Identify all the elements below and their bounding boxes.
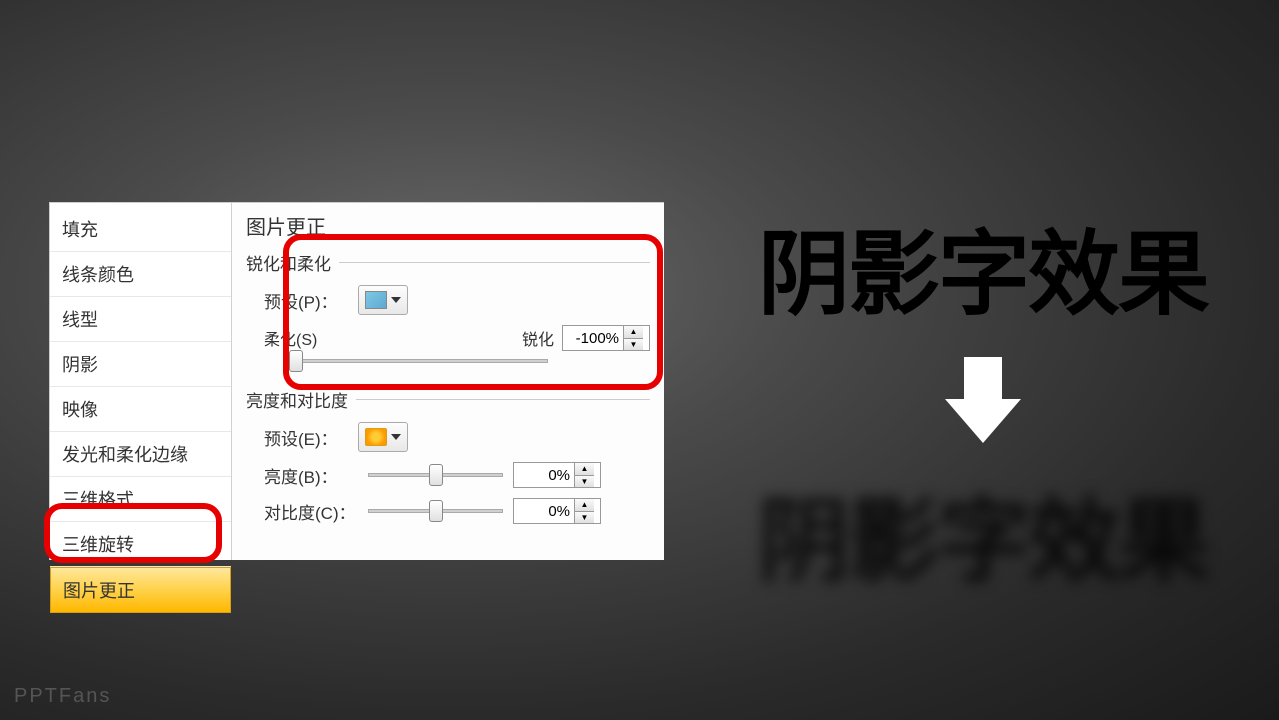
contrast-spinner[interactable]: ▲ ▼ (513, 498, 601, 524)
format-picture-dialog: 填充 线条颜色 线型 阴影 映像 发光和柔化边缘 三维格式 三维旋转 图片更正 … (49, 202, 664, 560)
sharpen-slider[interactable] (290, 359, 548, 363)
effect-title-before: 阴影字效果 (758, 200, 1208, 333)
sharpen-label: 锐化 (522, 326, 554, 350)
preset-image-icon (365, 291, 387, 309)
sidebar-item-picture-correction[interactable]: 图片更正 (50, 567, 231, 613)
brightness-input[interactable] (514, 467, 574, 484)
spinner-up-icon[interactable]: ▲ (575, 499, 594, 512)
sharpen-value-spinner[interactable]: ▲ ▼ (562, 325, 650, 351)
sharpen-soften-group: 锐化和柔化 预设(P)： 柔化(S) 锐化 ▲ ▼ (246, 250, 650, 363)
spinner-up-icon[interactable]: ▲ (575, 463, 594, 476)
brightness-slider[interactable] (368, 473, 503, 477)
spinner-up-icon[interactable]: ▲ (624, 326, 643, 339)
preset-label: 预设(P)： (264, 288, 358, 313)
slider-thumb[interactable] (429, 500, 443, 522)
sidebar-item-fill[interactable]: 填充 (50, 207, 231, 252)
brightness-label: 亮度(B)： (264, 463, 368, 488)
slider-thumb[interactable] (429, 464, 443, 486)
effect-title-after: 阴影字效果 (758, 467, 1208, 600)
brightness-contrast-group: 亮度和对比度 预设(E)： 亮度(B)： ▲ (246, 387, 650, 524)
chevron-down-icon (391, 297, 401, 303)
watermark: PPTFans (14, 685, 111, 708)
brightness-preset-dropdown[interactable] (358, 422, 408, 452)
sharpen-value-input[interactable] (563, 330, 623, 347)
sidebar-item-reflection[interactable]: 映像 (50, 387, 231, 432)
spinner-down-icon[interactable]: ▼ (575, 476, 594, 488)
chevron-down-icon (391, 434, 401, 440)
sidebar: 填充 线条颜色 线型 阴影 映像 发光和柔化边缘 三维格式 三维旋转 图片更正 (50, 203, 232, 560)
contrast-input[interactable] (514, 503, 574, 520)
spinner-down-icon[interactable]: ▼ (624, 339, 643, 351)
sun-icon (365, 428, 387, 446)
sidebar-item-shadow[interactable]: 阴影 (50, 342, 231, 387)
brightness-group-title: 亮度和对比度 (246, 387, 348, 412)
arrow-down-icon (945, 357, 1021, 443)
group-divider (356, 399, 650, 400)
panel-title: 图片更正 (246, 211, 650, 240)
slider-thumb[interactable] (289, 350, 303, 372)
sidebar-item-3d-format[interactable]: 三维格式 (50, 477, 231, 522)
sidebar-item-glow[interactable]: 发光和柔化边缘 (50, 432, 231, 477)
preset-dropdown-button[interactable] (358, 285, 408, 315)
spinner-down-icon[interactable]: ▼ (575, 512, 594, 524)
brightness-spinner[interactable]: ▲ ▼ (513, 462, 601, 488)
sharpen-group-title: 锐化和柔化 (246, 250, 331, 275)
preset-label-brightness: 预设(E)： (264, 425, 358, 450)
effect-demo: 阴影字效果 阴影字效果 (703, 200, 1263, 600)
contrast-slider[interactable] (368, 509, 503, 513)
sidebar-item-line-style[interactable]: 线型 (50, 297, 231, 342)
soften-label: 柔化(S) (264, 326, 317, 350)
group-divider (339, 262, 650, 263)
sidebar-item-3d-rotation[interactable]: 三维旋转 (50, 522, 231, 567)
contrast-label: 对比度(C)： (264, 499, 368, 524)
main-panel: 图片更正 锐化和柔化 预设(P)： 柔化(S) 锐化 ▲ (232, 203, 664, 560)
sidebar-item-line-color[interactable]: 线条颜色 (50, 252, 231, 297)
